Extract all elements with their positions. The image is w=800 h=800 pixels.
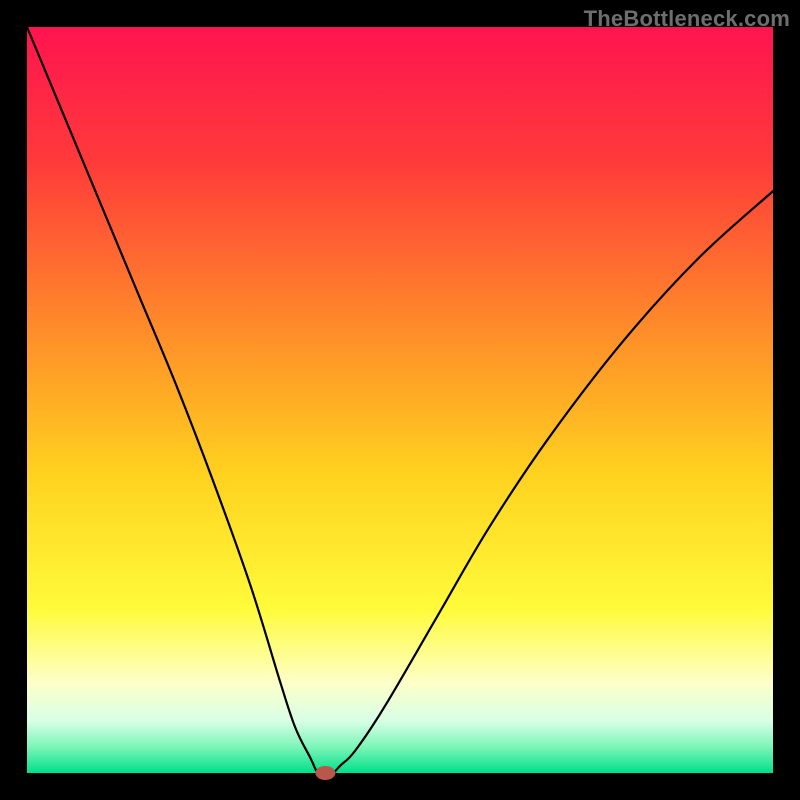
chart-container: TheBottleneck.com xyxy=(0,0,800,800)
optimum-marker xyxy=(315,766,335,780)
watermark-text: TheBottleneck.com xyxy=(584,6,790,32)
bottleneck-chart xyxy=(0,0,800,800)
plot-background xyxy=(27,27,773,773)
